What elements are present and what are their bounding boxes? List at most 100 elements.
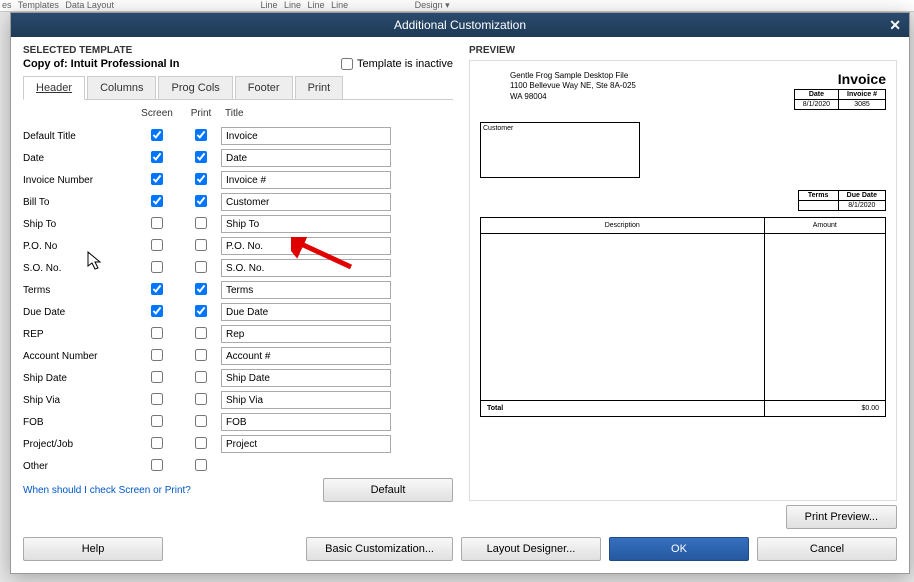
field-row: Project/Job bbox=[23, 433, 453, 455]
field-row: Due Date bbox=[23, 301, 453, 323]
screen-checkbox[interactable] bbox=[151, 239, 163, 251]
title-input[interactable] bbox=[221, 325, 391, 343]
print-checkbox[interactable] bbox=[195, 195, 207, 207]
field-label: S.O. No. bbox=[23, 263, 133, 274]
tab-header[interactable]: Header bbox=[23, 76, 85, 100]
print-checkbox[interactable] bbox=[195, 327, 207, 339]
screen-checkbox[interactable] bbox=[151, 371, 163, 383]
screen-checkbox[interactable] bbox=[151, 129, 163, 141]
screen-checkbox[interactable] bbox=[151, 261, 163, 273]
title-input[interactable] bbox=[221, 281, 391, 299]
title-input[interactable] bbox=[221, 215, 391, 233]
field-label: Ship Date bbox=[23, 373, 133, 384]
print-checkbox[interactable] bbox=[195, 217, 207, 229]
field-row: Date bbox=[23, 147, 453, 169]
tab-print[interactable]: Print bbox=[295, 76, 344, 99]
screen-checkbox[interactable] bbox=[151, 195, 163, 207]
title-input[interactable] bbox=[221, 347, 391, 365]
print-checkbox[interactable] bbox=[195, 415, 207, 427]
field-row: S.O. No. bbox=[23, 257, 453, 279]
screen-checkbox[interactable] bbox=[151, 393, 163, 405]
print-checkbox[interactable] bbox=[195, 393, 207, 405]
print-checkbox[interactable] bbox=[195, 283, 207, 295]
title-input[interactable] bbox=[221, 391, 391, 409]
field-row: Terms bbox=[23, 279, 453, 301]
title-input[interactable] bbox=[221, 127, 391, 145]
field-row: Bill To bbox=[23, 191, 453, 213]
field-label: Other bbox=[23, 461, 133, 472]
screen-checkbox[interactable] bbox=[151, 173, 163, 185]
title-input[interactable] bbox=[221, 193, 391, 211]
screen-checkbox[interactable] bbox=[151, 151, 163, 163]
default-button[interactable]: Default bbox=[323, 478, 453, 502]
field-label: Terms bbox=[23, 285, 133, 296]
field-label: Due Date bbox=[23, 307, 133, 318]
print-checkbox[interactable] bbox=[195, 129, 207, 141]
field-row: REP bbox=[23, 323, 453, 345]
print-checkbox[interactable] bbox=[195, 261, 207, 273]
screen-checkbox[interactable] bbox=[151, 305, 163, 317]
field-label: Bill To bbox=[23, 197, 133, 208]
title-input[interactable] bbox=[221, 413, 391, 431]
preview-label: PREVIEW bbox=[469, 45, 897, 56]
ok-button[interactable]: OK bbox=[609, 537, 749, 561]
field-label: Default Title bbox=[23, 131, 133, 142]
dialog-footer: Help Basic Customization... Layout Desig… bbox=[11, 529, 909, 573]
tab-prog-cols[interactable]: Prog Cols bbox=[158, 76, 232, 99]
print-checkbox[interactable] bbox=[195, 459, 207, 471]
preview-terms-table: TermsDue Date 8/1/2020 bbox=[798, 190, 886, 211]
basic-customization-button[interactable]: Basic Customization... bbox=[306, 537, 453, 561]
print-checkbox[interactable] bbox=[195, 173, 207, 185]
title-input[interactable] bbox=[221, 303, 391, 321]
screen-checkbox[interactable] bbox=[151, 327, 163, 339]
template-name: Copy of: Intuit Professional In bbox=[23, 58, 179, 70]
title-input[interactable] bbox=[221, 369, 391, 387]
title-input[interactable] bbox=[221, 237, 391, 255]
tab-footer[interactable]: Footer bbox=[235, 76, 293, 99]
field-label: REP bbox=[23, 329, 133, 340]
title-input[interactable] bbox=[221, 171, 391, 189]
print-preview-button[interactable]: Print Preview... bbox=[786, 505, 897, 529]
print-checkbox[interactable] bbox=[195, 305, 207, 317]
col-header-screen: Screen bbox=[133, 108, 181, 119]
field-row: Default Title bbox=[23, 125, 453, 147]
tab-columns[interactable]: Columns bbox=[87, 76, 156, 99]
print-checkbox[interactable] bbox=[195, 371, 207, 383]
field-row: Ship To bbox=[23, 213, 453, 235]
title-input[interactable] bbox=[221, 149, 391, 167]
print-checkbox[interactable] bbox=[195, 437, 207, 449]
preview-addr1: 1100 Bellevue Way NE, Ste 8A-025 bbox=[510, 81, 636, 91]
field-label: Project/Job bbox=[23, 439, 133, 450]
layout-designer-button[interactable]: Layout Designer... bbox=[461, 537, 601, 561]
title-input[interactable] bbox=[221, 435, 391, 453]
preview-customer-box: Customer bbox=[480, 122, 640, 178]
help-button[interactable]: Help bbox=[23, 537, 163, 561]
field-row: FOB bbox=[23, 411, 453, 433]
field-row: Account Number bbox=[23, 345, 453, 367]
screen-checkbox[interactable] bbox=[151, 459, 163, 471]
title-input[interactable] bbox=[221, 259, 391, 277]
screen-checkbox[interactable] bbox=[151, 217, 163, 229]
field-row: Other bbox=[23, 455, 453, 477]
field-label: Ship Via bbox=[23, 395, 133, 406]
field-row: Ship Date bbox=[23, 367, 453, 389]
field-label: Date bbox=[23, 153, 133, 164]
template-inactive-checkbox[interactable]: Template is inactive bbox=[341, 58, 453, 70]
print-checkbox[interactable] bbox=[195, 151, 207, 163]
invoice-preview: Gentle Frog Sample Desktop File 1100 Bel… bbox=[469, 60, 897, 501]
inactive-checkbox-input[interactable] bbox=[341, 58, 353, 70]
preview-line-table: DescriptionAmount Total$0.00 bbox=[480, 217, 886, 417]
screen-checkbox[interactable] bbox=[151, 415, 163, 427]
close-icon[interactable]: ✕ bbox=[889, 17, 901, 34]
dialog-titlebar: Additional Customization ✕ bbox=[11, 13, 909, 37]
tabs-row: Header Columns Prog Cols Footer Print bbox=[23, 76, 453, 100]
cancel-button[interactable]: Cancel bbox=[757, 537, 897, 561]
screen-checkbox[interactable] bbox=[151, 349, 163, 361]
print-checkbox[interactable] bbox=[195, 349, 207, 361]
print-checkbox[interactable] bbox=[195, 239, 207, 251]
col-header-print: Print bbox=[181, 108, 221, 119]
screen-checkbox[interactable] bbox=[151, 437, 163, 449]
field-grid: Screen Print Title Default TitleDateInvo… bbox=[23, 108, 453, 477]
field-label: P.O. No bbox=[23, 241, 133, 252]
screen-checkbox[interactable] bbox=[151, 283, 163, 295]
